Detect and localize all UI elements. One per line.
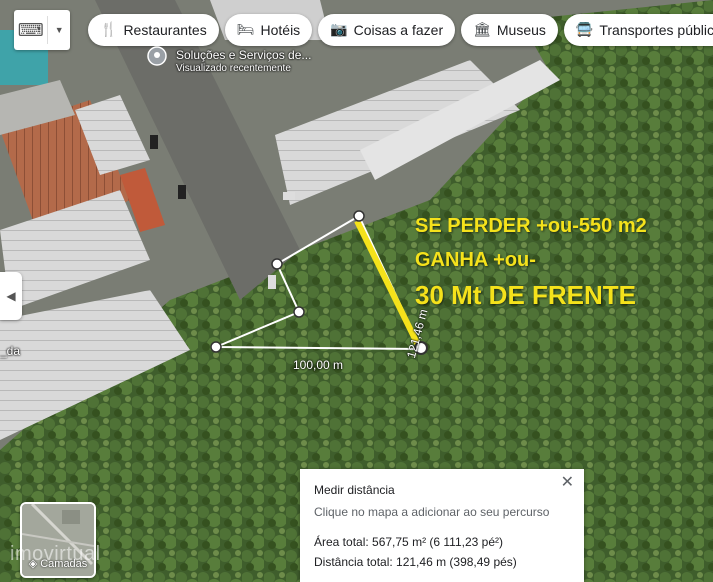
measure-node[interactable] — [293, 306, 305, 318]
car — [283, 192, 295, 200]
measure-distance-card: Medir distância Clique no mapa a adicion… — [300, 469, 584, 582]
chip-label: Coisas a fazer — [353, 22, 444, 38]
close-icon[interactable]: ✕ — [557, 470, 578, 494]
chip-things-to-do[interactable]: 📷 Coisas a fazer — [318, 14, 456, 46]
layers-button[interactable]: ◈ Camadas — [20, 502, 96, 578]
chip-transit[interactable]: 🚍 Transportes público — [563, 14, 713, 46]
car — [150, 135, 158, 149]
place-pin-icon[interactable] — [147, 46, 167, 68]
category-chips: 🍴 Restaurantes 🛏 Hotéis 📷 Coisas a fazer… — [88, 14, 713, 46]
measure-node[interactable] — [353, 210, 365, 222]
place-subtitle: Visualizado recentemente — [176, 63, 291, 74]
map-edge-label: _da — [0, 344, 21, 358]
chevron-left-icon: ◀ — [6, 289, 16, 303]
measure-title: Medir distância — [314, 483, 395, 497]
place-label[interactable]: Soluções e Serviços de... Visualizado re… — [176, 48, 311, 76]
keyboard-button[interactable]: ⌨ ▼ — [14, 10, 70, 50]
chip-label: Hotéis — [260, 22, 301, 38]
distance-label-bottom: 100,00 m — [293, 358, 344, 372]
chip-label: Museus — [496, 22, 546, 38]
camera-icon: 📷 — [330, 22, 348, 38]
chip-label: Restaurantes — [123, 22, 207, 38]
museum-icon: 🏛 — [473, 22, 491, 38]
chip-restaurants[interactable]: 🍴 Restaurantes — [88, 14, 219, 46]
chip-label: Transportes público — [599, 22, 713, 38]
chip-hotels[interactable]: 🛏 Hotéis — [224, 14, 313, 46]
place-name: Soluções e Serviços de... — [176, 48, 312, 62]
overlay-line-3: 30 Mt DE FRENTE — [415, 280, 637, 310]
measure-node[interactable] — [210, 341, 222, 353]
car — [178, 185, 186, 199]
overlay-line-1: SE PERDER +ou-550 m2 — [415, 215, 647, 237]
measure-hint: Clique no mapa a adicionar ao seu percur… — [314, 505, 550, 519]
bus-icon: 🚍 — [575, 22, 594, 38]
collapse-side-panel-button[interactable]: ◀ — [0, 272, 22, 320]
car — [268, 275, 276, 289]
chip-museums[interactable]: 🏛 Museus — [461, 14, 558, 46]
measure-distance: Distância total: 121,46 m (398,49 pés) — [314, 555, 517, 569]
fork-knife-icon: 🍴 — [100, 22, 118, 38]
chevron-down-icon: ▼ — [47, 16, 70, 44]
watermark: imovirtual — [10, 543, 101, 565]
measure-area: Área total: 567,75 m² (6 111,23 pé²) — [314, 535, 503, 549]
bed-icon: 🛏 — [236, 22, 255, 38]
measure-node[interactable] — [271, 258, 283, 270]
overlay-line-2: GANHA +ou- — [415, 249, 536, 271]
keyboard-icon: ⌨ — [17, 19, 44, 41]
